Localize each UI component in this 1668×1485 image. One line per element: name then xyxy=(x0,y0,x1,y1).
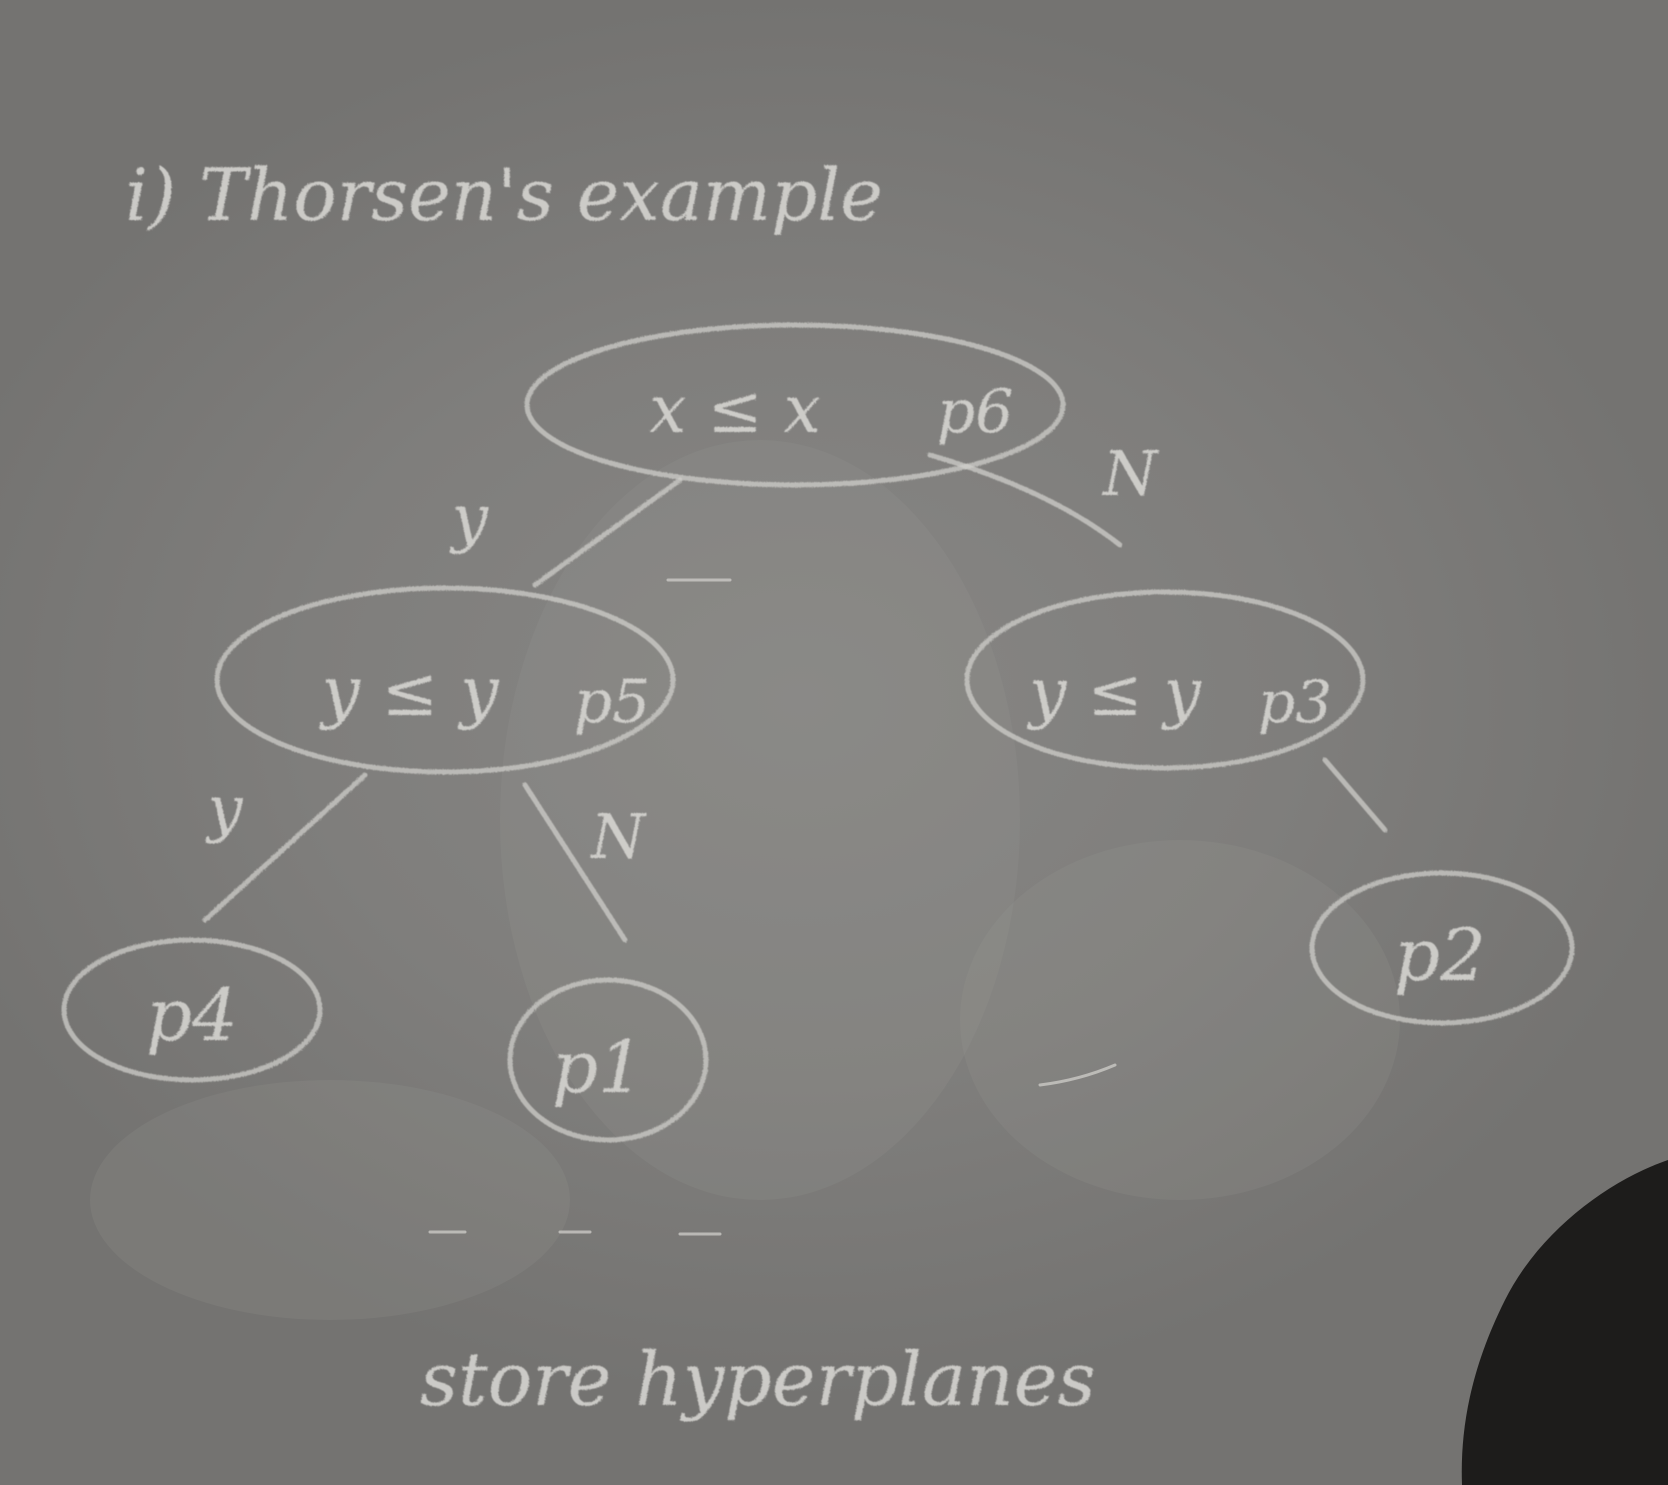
leaf-point: p4 xyxy=(146,973,238,1057)
edge-label-root-right: N xyxy=(1101,437,1160,510)
node-condition: y ≤ y xyxy=(318,653,500,732)
tree-leaf-left-left: p4 xyxy=(61,937,323,1083)
head-silhouette xyxy=(1461,1160,1668,1485)
node-point: p5 xyxy=(574,667,651,737)
tree-node-right: y ≤ y p3 xyxy=(964,589,1366,771)
edge-label-left-right: N xyxy=(589,800,648,873)
node-condition: x ≤ x xyxy=(649,371,821,448)
board-title: i) Thorsen's example xyxy=(125,153,883,237)
eraser-smudge xyxy=(90,1080,570,1320)
leaf-point: p2 xyxy=(1394,913,1486,997)
node-condition: y ≤ y xyxy=(1026,654,1202,731)
node-point: p6 xyxy=(937,377,1014,447)
edge-label-left-left: y xyxy=(204,772,243,845)
node-point: p3 xyxy=(1258,668,1332,736)
edge-label-root-left: y xyxy=(449,482,489,556)
tree-diagram: i) Thorsen's example x ≤ x p6 y ≤ y p5 y… xyxy=(61,153,1668,1485)
leaf-point: p1 xyxy=(552,1025,644,1109)
board-caption: store hyperplanes xyxy=(420,1337,1096,1423)
edge-right-rightleaf xyxy=(1322,757,1388,833)
tree-node-left: y ≤ y p5 xyxy=(214,585,676,775)
chalkboard: i) Thorsen's example x ≤ x p6 y ≤ y p5 y… xyxy=(0,0,1668,1485)
eraser-smudge xyxy=(960,840,1400,1200)
